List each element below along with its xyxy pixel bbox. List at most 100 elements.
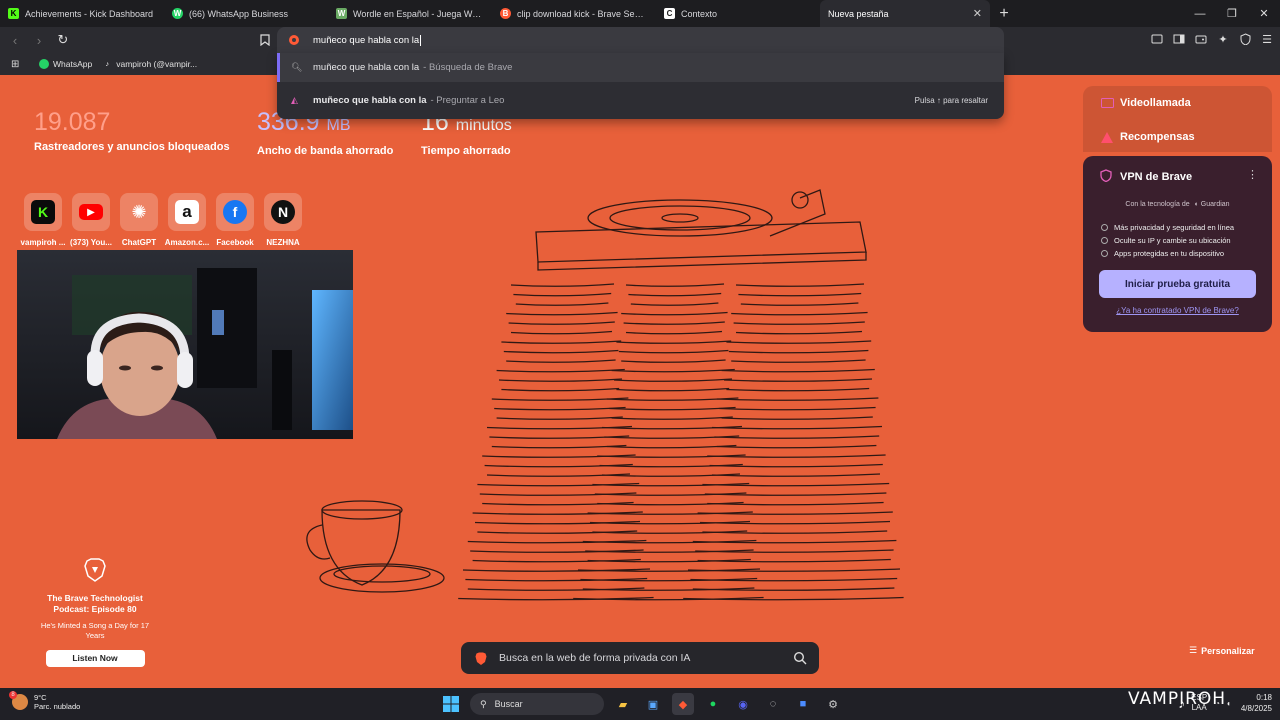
tab-whatsapp-business[interactable]: W (66) WhatsApp Business bbox=[164, 0, 328, 27]
leo-ai-icon[interactable]: ✦ bbox=[1216, 31, 1230, 47]
spotify-icon[interactable]: ● bbox=[702, 693, 724, 715]
close-window-icon[interactable]: ✕ bbox=[1248, 0, 1280, 27]
volume-icon[interactable]: ◖ bbox=[1226, 699, 1231, 708]
bookmark-tiktok[interactable]: ♪ vampiroh (@vampir... bbox=[102, 59, 197, 69]
paper-sheet-line bbox=[623, 321, 725, 325]
sidebar-toggle-icon[interactable] bbox=[1172, 31, 1186, 47]
paper-sheet-line bbox=[625, 283, 725, 287]
widget-rewards[interactable]: Recompensas bbox=[1100, 131, 1195, 143]
store-icon[interactable]: ▣ bbox=[642, 693, 664, 715]
notes-app-icon[interactable]: ■ bbox=[792, 693, 814, 715]
podcast-subtitle: He's Minted a Song a Day for 17 Years bbox=[40, 621, 150, 640]
paper-sheet-line bbox=[515, 302, 609, 306]
suggestion-brave-search[interactable]: 🔍︎ muñeco que habla con la - Búsqueda de… bbox=[277, 53, 1004, 82]
bookmark-whatsapp[interactable]: WhatsApp bbox=[39, 59, 92, 69]
wordle-icon: W bbox=[336, 8, 347, 19]
paper-sheet-line bbox=[609, 406, 736, 411]
suggestion-text: muñeco que habla con la bbox=[313, 95, 427, 106]
bookmark-icon[interactable] bbox=[258, 32, 272, 48]
tab-contexto[interactable]: C Contexto bbox=[656, 0, 820, 27]
already-purchased-link[interactable]: ¿Ya ha contratado VPN de Brave? bbox=[1083, 306, 1272, 315]
paper-sheet-line bbox=[618, 349, 729, 354]
vpn-tech-text: Con la tecnología de bbox=[1125, 201, 1190, 208]
tab-brave-search[interactable]: B clip download kick - Brave Search bbox=[492, 0, 656, 27]
top-site-amazon[interactable]: a Amazon.c... bbox=[165, 193, 209, 247]
tab-wordle[interactable]: W Wordle en Español - Juega Wordle c bbox=[328, 0, 492, 27]
paper-sheet-line bbox=[513, 292, 612, 297]
vpn-title: VPN de Brave bbox=[1120, 171, 1193, 183]
windows-start-icon[interactable] bbox=[440, 693, 462, 715]
leo-icon: ◭ bbox=[291, 95, 298, 105]
top-site-facebook[interactable]: f Facebook bbox=[216, 193, 254, 247]
weather-widget[interactable]: 8 9°C Parc. nublado bbox=[9, 691, 81, 711]
widget-video-call[interactable]: Videollamada bbox=[1100, 97, 1191, 109]
tiktok-icon: ♪ bbox=[105, 60, 109, 68]
weather-icon: 8 bbox=[9, 691, 28, 710]
paper-sheet-line bbox=[508, 321, 615, 325]
address-bar-text: muñeco que habla con la bbox=[313, 34, 420, 46]
paper-sheet-line bbox=[496, 368, 625, 373]
reload-icon[interactable]: ↻ bbox=[53, 30, 73, 50]
search-icon[interactable] bbox=[793, 651, 807, 665]
taskbar-search-label: Buscar bbox=[494, 699, 523, 709]
settings-gear-icon[interactable]: ⚙ bbox=[822, 693, 844, 715]
contexto-icon: C bbox=[664, 8, 675, 19]
settings-sliders-icon: ☰ bbox=[1189, 645, 1198, 655]
app-icon[interactable]: ◌ bbox=[762, 693, 784, 715]
top-site-youtube[interactable]: ▶ (373) You... bbox=[70, 193, 112, 247]
podcast-card: The Brave Technologist Podcast: Episode … bbox=[40, 558, 150, 667]
rewards-icon bbox=[1100, 131, 1114, 143]
menu-icon[interactable]: ☰ bbox=[1260, 31, 1274, 47]
suggestion-ask-leo[interactable]: ◭ muñeco que habla con la - Preguntar a … bbox=[277, 86, 1004, 115]
brave-search-icon: B bbox=[500, 8, 511, 19]
stat-unit: MB bbox=[326, 117, 351, 134]
nezhna-icon: N bbox=[271, 200, 295, 224]
paper-sheet-line bbox=[735, 330, 863, 335]
clock-date: 4/8/2025 bbox=[1240, 704, 1272, 713]
apps-grid-icon[interactable]: ⊞ bbox=[11, 59, 25, 70]
taskbar-search[interactable]: ⚲ Buscar bbox=[470, 693, 604, 715]
omnibox-suggestions: 🔍︎ muñeco que habla con la - Búsqueda de… bbox=[277, 53, 1004, 119]
ai-search-box[interactable]: Busca en la web de forma privada con IA bbox=[461, 642, 819, 674]
paper-sheet-line bbox=[697, 511, 893, 515]
top-site-kick[interactable]: K vampiroh ... bbox=[21, 193, 65, 247]
new-tab-button[interactable]: + bbox=[992, 2, 1016, 26]
vpn-widget: VPN de Brave ⋮ Con la tecnología de ◐ Gu… bbox=[1083, 156, 1272, 332]
restore-icon[interactable]: ❐ bbox=[1216, 0, 1248, 27]
more-options-icon[interactable]: ⋮ bbox=[1247, 168, 1258, 181]
tab-kick-dashboard[interactable]: K Achievements - Kick Dashboard bbox=[0, 0, 164, 27]
crypto-wallet-icon[interactable] bbox=[1194, 31, 1208, 47]
tab-new-tab[interactable]: Nueva pestaña ✕ bbox=[820, 0, 990, 27]
listen-now-button[interactable]: Listen Now bbox=[45, 650, 145, 667]
stat-value: 19.087 bbox=[34, 108, 111, 136]
paper-sheet-line bbox=[616, 340, 732, 344]
toolbar-right-icons: ✦ ☰ bbox=[1150, 31, 1274, 47]
top-site-nezhna[interactable]: N NEZHNA bbox=[264, 193, 302, 247]
address-bar[interactable]: muñeco que habla con la bbox=[277, 27, 1004, 53]
search-icon: 🔍︎ bbox=[291, 62, 303, 72]
back-icon[interactable]: ‹ bbox=[5, 30, 25, 50]
brave-browser-icon[interactable]: ◆ bbox=[672, 693, 694, 715]
wallet-icon[interactable] bbox=[1150, 31, 1164, 47]
top-site-chatgpt[interactable]: ✺ ChatGPT bbox=[120, 193, 158, 247]
start-trial-button[interactable]: Iniciar prueba gratuita bbox=[1099, 270, 1256, 298]
video-call-icon bbox=[1100, 97, 1114, 109]
whatsapp-icon: W bbox=[172, 8, 183, 19]
minimize-icon[interactable]: — bbox=[1184, 0, 1216, 27]
discord-icon[interactable]: ◉ bbox=[732, 693, 754, 715]
paper-sheet-line bbox=[613, 378, 733, 382]
file-explorer-icon[interactable]: ▰ bbox=[612, 693, 634, 715]
personalize-button[interactable]: ☰ Personalizar bbox=[1189, 645, 1255, 656]
close-tab-icon[interactable]: ✕ bbox=[973, 7, 982, 20]
clock[interactable]: 0:18 4/8/2025 bbox=[1241, 692, 1272, 714]
vpn-feature-text: Apps protegidas en tu dispositivo bbox=[1114, 249, 1225, 258]
forward-icon[interactable]: › bbox=[29, 30, 49, 50]
vpn-shield-icon[interactable] bbox=[1238, 31, 1252, 47]
paper-sheet-line bbox=[721, 416, 873, 420]
weather-desc: Parc. nublado bbox=[34, 702, 81, 711]
bookmark-label: WhatsApp bbox=[53, 59, 93, 69]
paper-sheet-line bbox=[503, 349, 619, 354]
paper-sheet-line bbox=[692, 587, 895, 591]
paper-sheet-line bbox=[625, 330, 723, 335]
stat-label: Ancho de banda ahorrado bbox=[257, 145, 394, 157]
